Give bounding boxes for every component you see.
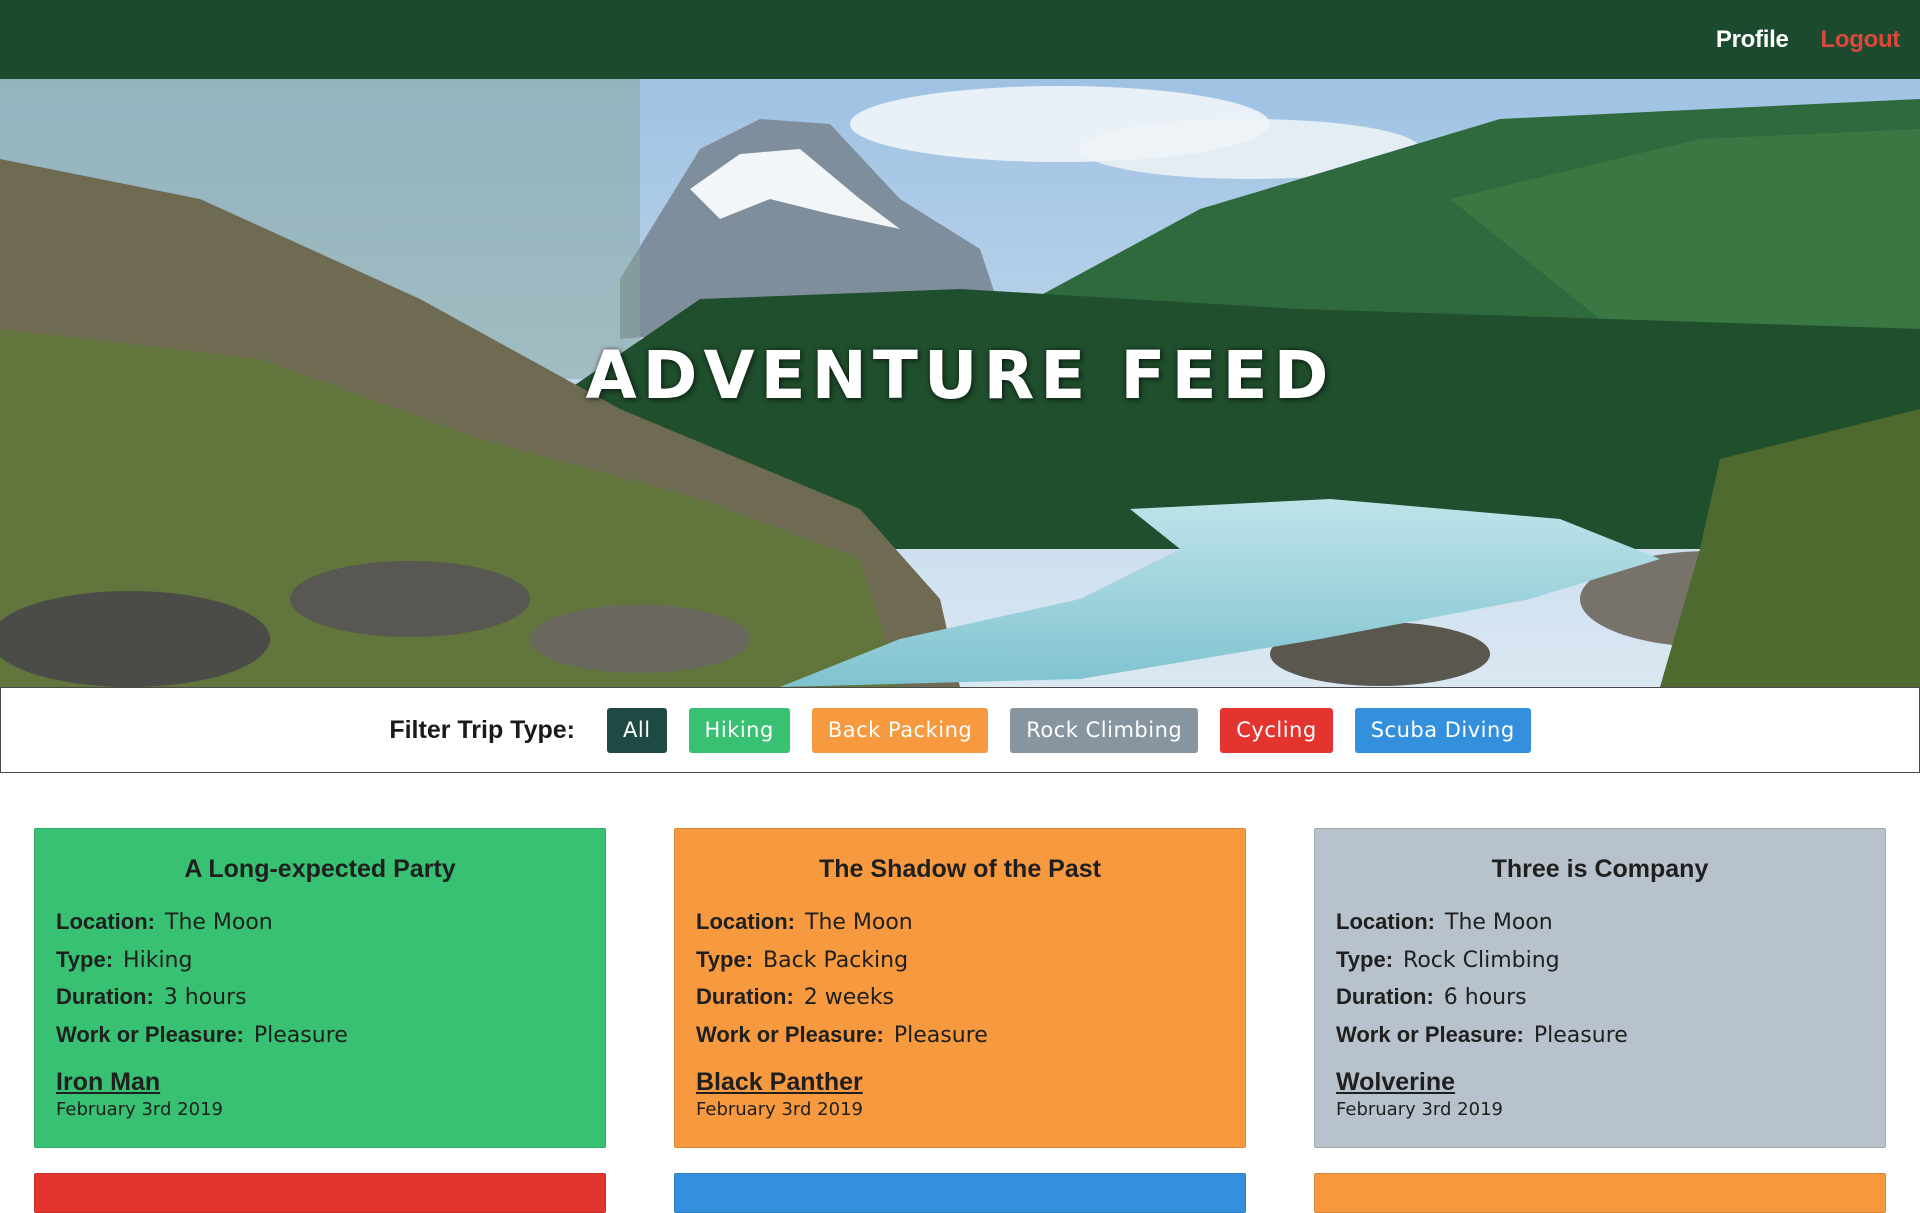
trip-purpose: Pleasure — [893, 1022, 988, 1048]
filter-scuba-diving-button[interactable]: Scuba Diving — [1354, 707, 1531, 753]
trip-location: The Moon — [165, 910, 273, 935]
location-label: Location: — [56, 909, 155, 934]
trip-duration: 2 weeks — [803, 985, 895, 1010]
trip-card — [34, 1173, 606, 1213]
nav-links: Profile Logout — [1716, 0, 1900, 79]
duration-label: Duration: — [696, 984, 794, 1009]
logout-link[interactable]: Logout — [1821, 26, 1901, 54]
trip-duration-row: Duration: 3 hours — [56, 979, 584, 1017]
trip-author-link[interactable]: Wolverine — [1336, 1068, 1455, 1097]
trip-title: Three is Company — [1491, 855, 1709, 883]
trip-purpose-row: Work or Pleasure: Pleasure — [1336, 1017, 1864, 1055]
filter-rock-climbing-button[interactable]: Rock Climbing — [1010, 707, 1199, 753]
trip-type: Back Packing — [763, 947, 909, 973]
work-or-pleasure-label: Work or Pleasure: — [696, 1021, 884, 1047]
trip-card: The Shadow of the Past Location: The Moon… — [674, 828, 1246, 1148]
filter-hiking-button[interactable]: Hiking — [688, 707, 790, 753]
trip-card — [674, 1173, 1246, 1213]
top-navbar: Profile Logout — [0, 0, 1920, 79]
trip-date: February 3rd 2019 — [56, 1099, 223, 1120]
location-label: Location: — [696, 909, 795, 934]
trip-date: February 3rd 2019 — [696, 1099, 863, 1120]
trip-purpose: Pleasure — [253, 1022, 348, 1048]
profile-link[interactable]: Profile — [1716, 26, 1789, 54]
trip-location: The Moon — [1445, 910, 1553, 935]
trip-author-link[interactable]: Iron Man — [56, 1068, 160, 1097]
trip-purpose-row: Work or Pleasure: Pleasure — [696, 1017, 1224, 1055]
trip-duration-row: Duration: 2 weeks — [696, 979, 1224, 1017]
trip-purpose: Pleasure — [1533, 1022, 1628, 1048]
trip-location: The Moon — [805, 910, 913, 935]
trip-type-row: Type: Rock Climbing — [1336, 942, 1864, 980]
trip-type: Hiking — [123, 947, 193, 973]
filter-back-packing-button[interactable]: Back Packing — [811, 707, 989, 753]
duration-label: Duration: — [56, 984, 154, 1009]
duration-label: Duration: — [1336, 984, 1434, 1009]
trip-location-row: Location: The Moon — [1336, 904, 1864, 942]
trip-duration: 6 hours — [1443, 985, 1527, 1010]
trip-date: February 3rd 2019 — [1336, 1099, 1503, 1120]
type-label: Type: — [56, 946, 114, 972]
work-or-pleasure-label: Work or Pleasure: — [1336, 1021, 1524, 1047]
trip-duration-row: Duration: 6 hours — [1336, 979, 1864, 1017]
trip-location-row: Location: The Moon — [696, 904, 1224, 942]
type-label: Type: — [696, 946, 754, 972]
trip-type-row: Type: Hiking — [56, 942, 584, 980]
trip-type: Rock Climbing — [1403, 947, 1560, 973]
work-or-pleasure-label: Work or Pleasure: — [56, 1021, 244, 1047]
filter-label: Filter Trip Type: — [389, 715, 575, 744]
filter-cycling-button[interactable]: Cycling — [1220, 707, 1333, 753]
hero-banner: ADVENTURE FEED — [0, 79, 1920, 687]
trip-card: Three is Company Location: The Moon Type:… — [1314, 828, 1886, 1148]
filter-all-button[interactable]: All — [607, 707, 667, 753]
filter-bar: Filter Trip Type: All Hiking Back Packin… — [0, 687, 1920, 773]
trip-purpose-row: Work or Pleasure: Pleasure — [56, 1017, 584, 1055]
location-label: Location: — [1336, 909, 1435, 934]
type-label: Type: — [1336, 946, 1394, 972]
hero-title: ADVENTURE FEED — [585, 337, 1335, 414]
trip-author-link[interactable]: Black Panther — [696, 1068, 863, 1097]
trip-card: A Long-expected Party Location: The Moon … — [34, 828, 606, 1148]
trip-title: A Long-expected Party — [184, 855, 456, 883]
trip-location-row: Location: The Moon — [56, 904, 584, 942]
trip-title: The Shadow of the Past — [819, 855, 1101, 883]
trip-type-row: Type: Back Packing — [696, 942, 1224, 980]
trip-card — [1314, 1173, 1886, 1213]
trip-duration: 3 hours — [163, 985, 247, 1010]
